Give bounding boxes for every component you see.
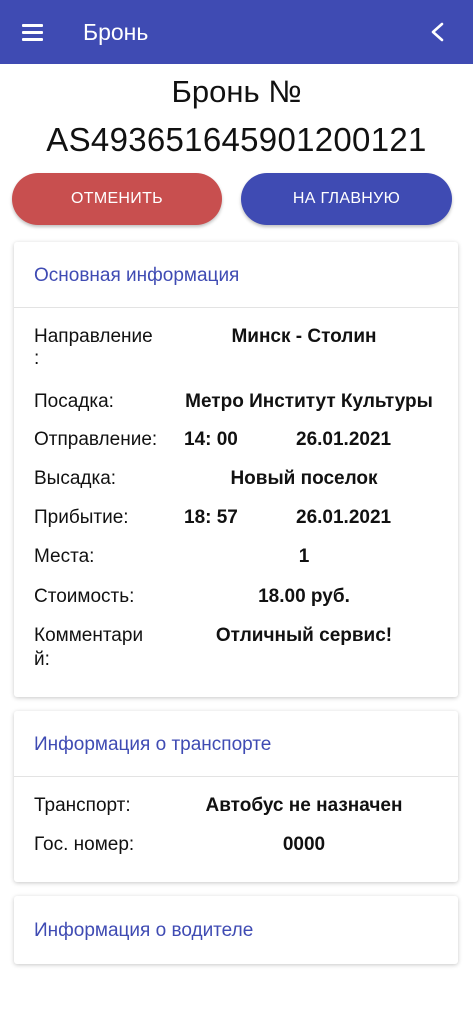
transport-value: Автобус не назначен <box>205 795 403 816</box>
departure-time: 14: 00 <box>184 429 238 450</box>
main-info-card: Основная информация Направление : Минск … <box>14 242 458 697</box>
booking-number: AS4936516459012001​21 <box>46 121 427 158</box>
cost-label: Стоимость: <box>34 586 135 607</box>
booking-title: Бронь № <box>171 74 302 109</box>
chevron-left-icon[interactable] <box>424 18 452 46</box>
seats-value: 1 <box>298 546 310 567</box>
plate-label: Гос. номер: <box>34 834 135 855</box>
boarding-value: Метро Институт Культуры <box>185 391 433 412</box>
dropoff-value: Новый поселок <box>230 468 378 489</box>
driver-info-card[interactable]: Информация о водителе <box>14 896 458 964</box>
plate-value: 0000 <box>282 834 326 855</box>
seats-label: Места: <box>34 546 95 567</box>
card-header: Информация о водителе <box>14 896 458 962</box>
app-bar-title: Бронь <box>83 19 149 45</box>
comment-value: Отличный сервис! <box>215 625 393 646</box>
card-header: Основная информация <box>14 242 458 308</box>
transport-info-card: Информация о транспорте Транспорт: Автоб… <box>14 711 458 882</box>
arrival-label: Прибытие: <box>34 507 129 528</box>
home-button[interactable]: НА ГЛАВНУЮ <box>241 173 452 225</box>
direction-label: Направление <box>34 326 153 347</box>
app-bar: Бронь <box>0 0 473 64</box>
main-info-title: Основная информация <box>34 265 240 286</box>
transport-info-title: Информация о транспорте <box>34 734 272 755</box>
menu-icon[interactable] <box>16 18 48 46</box>
departure-label: Отправление: <box>34 429 158 450</box>
arrival-date: 26.01.2021 <box>296 507 392 528</box>
cancel-button[interactable]: ОТМЕНИТЬ <box>12 173 222 225</box>
boarding-label: Посадка: <box>34 391 114 412</box>
cost-value: 18.00 руб. <box>258 586 350 607</box>
comment-label-cont: й: <box>34 649 50 670</box>
dropoff-label: Высадка: <box>34 468 117 489</box>
direction-label-cont: : <box>34 348 40 369</box>
departure-date: 26.01.2021 <box>296 429 392 450</box>
arrival-time: 18: 57 <box>184 507 238 528</box>
comment-label: Комментари <box>34 625 144 646</box>
card-header: Информация о транспорте <box>14 711 458 777</box>
transport-label: Транспорт: <box>34 795 131 816</box>
driver-info-title: Информация о водителе <box>34 920 254 941</box>
direction-value: Минск - Столин <box>231 326 377 347</box>
